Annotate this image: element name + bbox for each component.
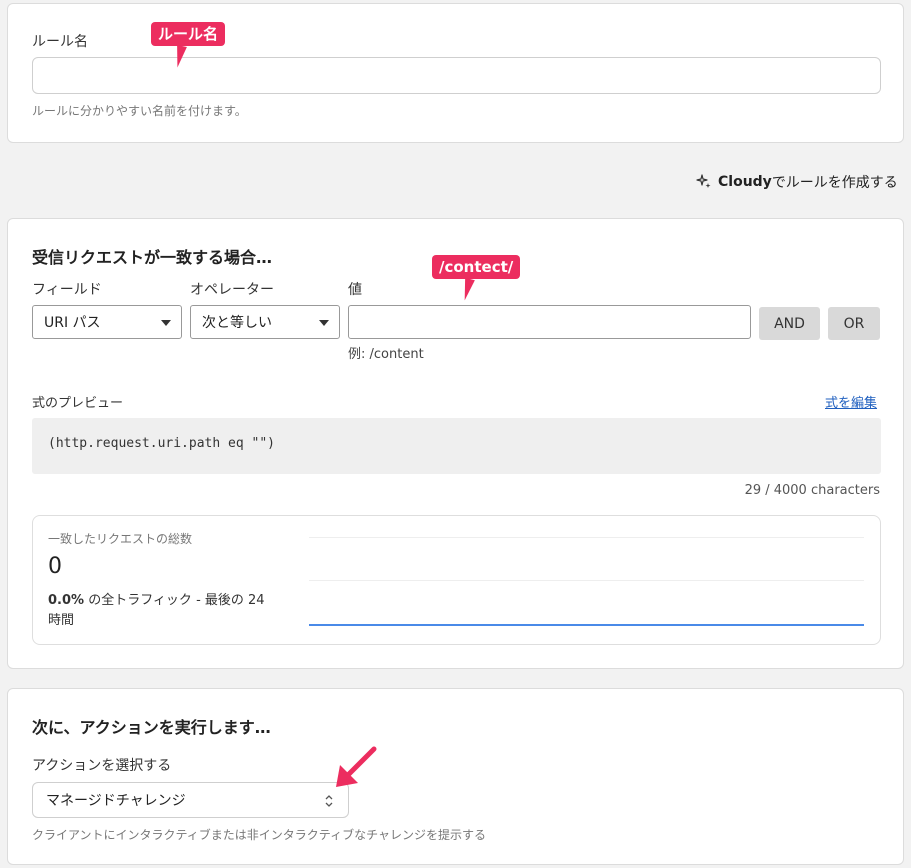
and-button[interactable]: AND: [759, 307, 820, 340]
chart-gridline: [309, 537, 864, 538]
action-select-value: マネージドチャレンジ: [46, 793, 186, 809]
stats-title: 一致したリクエストの総数: [48, 532, 193, 546]
chart-line: [309, 624, 864, 626]
operator-select-value: 次と等しい: [202, 315, 272, 331]
stats-desc-text: の全トラフィック - 最後の 24: [84, 593, 265, 608]
or-button[interactable]: OR: [828, 307, 880, 340]
match-heading: 受信リクエストが一致する場合…: [32, 248, 273, 267]
rule-name-input[interactable]: [32, 57, 881, 94]
action-heading: 次に、アクションを実行します…: [32, 718, 271, 737]
preview-label: 式のプレビュー: [32, 396, 124, 411]
edit-expression-link[interactable]: 式を編集: [825, 392, 877, 411]
char-count: 29 / 4000 characters: [744, 483, 880, 498]
action-help: クライアントにインタラクティブまたは非インタラクティブなチャレンジを提示する: [32, 828, 486, 842]
action-label: アクションを選択する: [32, 758, 172, 774]
expression-text: (http.request.uri.path eq ""): [48, 436, 275, 451]
stats-count: 0: [48, 554, 62, 579]
chevron-down-icon: [319, 320, 329, 326]
rule-name-help: ルールに分かりやすい名前を付けます。: [32, 104, 247, 118]
value-input[interactable]: [348, 305, 751, 339]
rule-name-callout: ルール名: [151, 22, 226, 46]
stats-percent: 0.0%: [48, 593, 85, 608]
match-card: 受信リクエストが一致する場合… フィールド オペレーター 値 URI パス 次と…: [7, 218, 904, 669]
stats-panel: 一致したリクエストの総数 0 0.0% の全トラフィック - 最後の 24 時間: [32, 515, 881, 645]
cloudy-link-text: でルールを作成する: [771, 175, 898, 191]
stats-desc: 0.0% の全トラフィック - 最後の 24 時間: [48, 591, 288, 631]
chevron-down-icon: [161, 320, 171, 326]
chevron-updown-icon: [325, 795, 333, 807]
stats-desc-text-2: 時間: [48, 613, 75, 628]
expression-preview: (http.request.uri.path eq ""): [32, 418, 881, 474]
chart-gridline: [309, 580, 864, 581]
field-label: フィールド: [32, 282, 102, 298]
value-callout: /contect/: [432, 255, 521, 279]
action-select[interactable]: マネージドチャレンジ: [32, 782, 349, 818]
field-select[interactable]: URI パス: [32, 305, 182, 339]
operator-select[interactable]: 次と等しい: [190, 305, 340, 339]
field-select-value: URI パス: [44, 315, 101, 331]
value-label: 値: [348, 282, 362, 298]
value-example: 例: /content: [348, 347, 424, 362]
sparkle-icon: [696, 174, 711, 188]
cloudy-create-link[interactable]: Cloudy でルールを作成する: [696, 172, 898, 192]
cloudy-brand: Cloudy: [718, 174, 772, 190]
action-card: 次に、アクションを実行します… アクションを選択する マネージドチャレンジ クラ…: [7, 688, 904, 865]
operator-label: オペレーター: [190, 282, 274, 298]
rule-name-label: ルール名: [32, 34, 88, 50]
rule-name-card: ルール名 ルールに分かりやすい名前を付けます。: [7, 3, 904, 143]
arrow-annotation-icon: [336, 746, 377, 787]
